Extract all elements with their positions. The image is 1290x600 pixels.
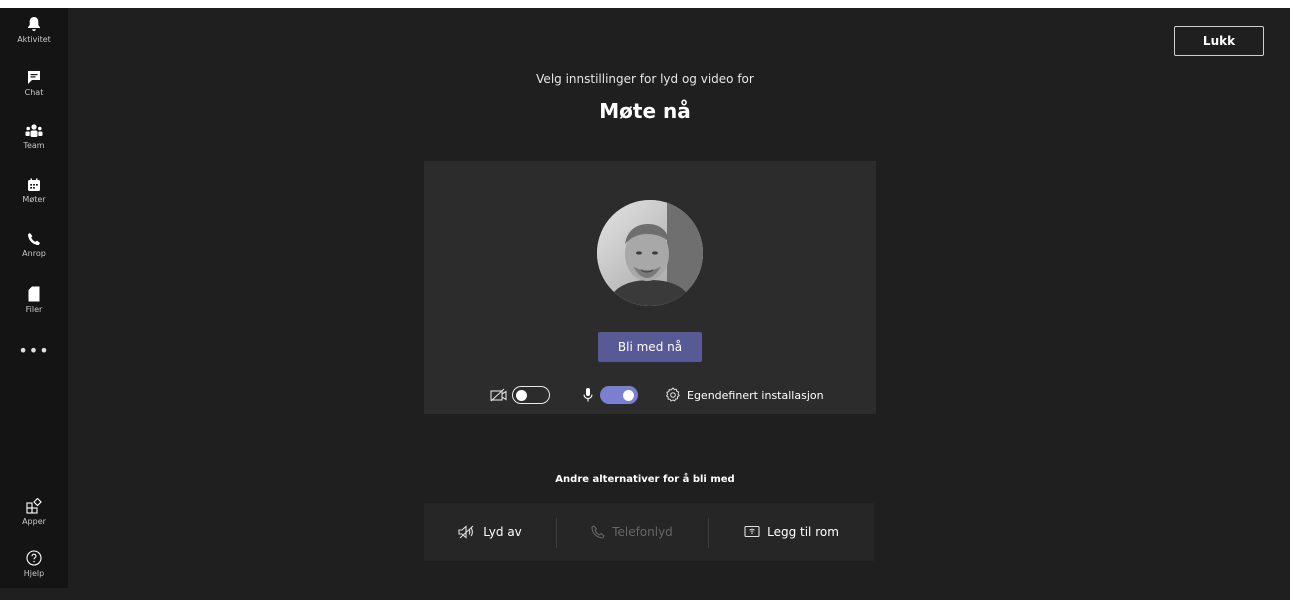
more-icon: ••• (18, 341, 50, 360)
close-button[interactable]: Lukk (1174, 26, 1264, 56)
rail-label-help: Hjelp (23, 569, 45, 578)
rail-item-calls[interactable]: Anrop (0, 232, 68, 282)
audio-off-option[interactable]: Lyd av (424, 503, 556, 561)
camera-toggle[interactable] (512, 386, 550, 404)
rail-item-files[interactable]: Filer (0, 286, 68, 336)
rail-item-activity[interactable]: Aktivitet (0, 16, 68, 66)
microphone-toggle[interactable] (600, 386, 638, 404)
device-controls: Egendefinert installasjon (424, 383, 876, 407)
audio-off-label: Lyd av (483, 525, 522, 539)
custom-setup-button[interactable]: Egendefinert installasjon (665, 383, 824, 407)
rail-label-apps: Apper (22, 517, 46, 526)
settings-subtitle: Velg innstillinger for lyd og video for (536, 72, 754, 86)
app-rail: Aktivitet Chat Team Møter Anrop Filer ••… (0, 8, 68, 588)
speaker-off-icon (458, 525, 474, 539)
microphone-icon (583, 388, 593, 402)
rail-more[interactable]: ••• (0, 341, 68, 366)
meeting-title: Møte nå (599, 99, 691, 123)
rail-item-team[interactable]: Team (0, 124, 68, 174)
camera-toggle-knob (516, 389, 527, 401)
rail-label-chat: Chat (24, 88, 44, 97)
mic-control (582, 383, 638, 407)
add-room-option[interactable]: Legg til rom (709, 503, 874, 561)
add-room-label: Legg til rom (767, 525, 839, 539)
phone-audio-option[interactable]: Telefonlyd (557, 503, 707, 561)
camera-off-icon (490, 388, 507, 402)
top-strip (0, 0, 1290, 8)
camera-control (490, 383, 550, 407)
custom-setup-label: Egendefinert installasjon (687, 388, 824, 402)
join-now-button[interactable]: Bli med nå (598, 332, 702, 362)
phone-icon (28, 233, 40, 245)
file-icon (28, 286, 40, 302)
rail-item-apps[interactable]: Apper (0, 498, 68, 548)
other-join-options: Lyd av Telefonlyd Legg til rom (424, 503, 874, 561)
prejoin-panel: Bli med nå Egendefinert installasjon (424, 161, 876, 414)
rail-label-team: Team (23, 141, 45, 150)
rail-label-activity: Aktivitet (17, 35, 51, 44)
other-options-title: Andre alternativer for å bli med (555, 474, 735, 485)
apps-icon (26, 498, 42, 514)
gear-icon (665, 387, 680, 402)
microphone-toggle-knob (623, 389, 634, 401)
phone-audio-label: Telefonlyd (612, 525, 673, 539)
calendar-icon (28, 178, 40, 191)
rail-item-help[interactable]: Hjelp (0, 550, 68, 600)
rail-label-calls: Anrop (22, 249, 46, 258)
team-icon (25, 124, 43, 137)
phone-icon (591, 525, 605, 539)
bell-icon (28, 17, 40, 31)
rail-label-files: Filer (25, 305, 43, 314)
rail-item-meetings[interactable]: Møter (0, 178, 68, 228)
avatar (597, 200, 703, 306)
cast-icon (744, 525, 760, 538)
help-icon (26, 550, 42, 566)
rail-label-meetings: Møter (22, 195, 46, 204)
